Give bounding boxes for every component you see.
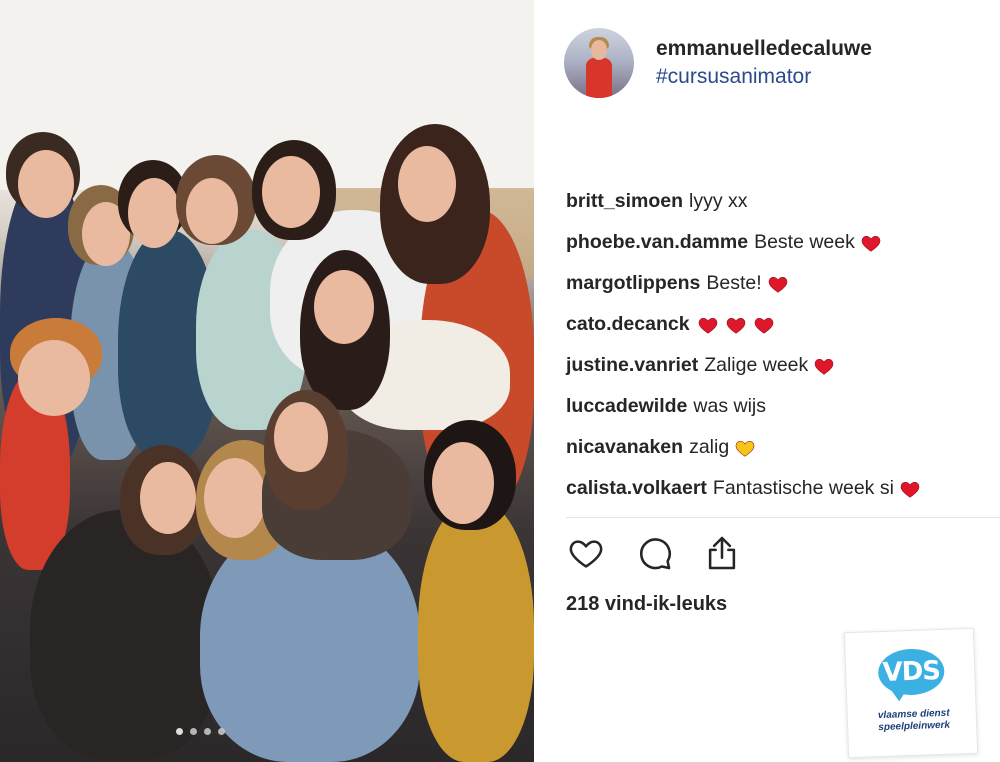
carousel-dots[interactable] (176, 728, 225, 735)
header-text: emmanuelledecaluwe #cursusanimator (656, 35, 872, 91)
person-face (314, 270, 374, 344)
heart-emoji-icon (724, 314, 748, 336)
comment-username[interactable]: calista.volkaert (566, 477, 707, 500)
post-photo[interactable] (0, 0, 534, 762)
comment-text: lyyy xx (689, 190, 748, 212)
comment-text: Zalige week (704, 354, 809, 376)
person-figure (30, 510, 220, 760)
heart-emoji-icon (898, 478, 922, 500)
comment-username[interactable]: justine.vanriet (566, 354, 698, 377)
person-face (18, 340, 90, 416)
vds-logo-tagline: vlaamse dienst speelpleinwerk (877, 707, 951, 734)
post-header: emmanuelledecaluwe #cursusanimator (564, 28, 872, 98)
person-face (274, 402, 328, 472)
person-face (262, 156, 320, 228)
carousel-dot[interactable] (204, 728, 211, 735)
carousel-dot[interactable] (218, 728, 225, 735)
comment-username[interactable]: phoebe.van.damme (566, 231, 748, 254)
heart-emoji-icon (859, 232, 883, 254)
person-face (398, 146, 456, 222)
heart-emoji-icon (733, 437, 757, 459)
comment-username[interactable]: cato.decanck (566, 313, 690, 336)
avatar[interactable] (564, 28, 634, 98)
comment-row: margotlippens Beste! (566, 263, 922, 304)
person-face (18, 150, 74, 218)
person-figure (418, 500, 534, 762)
comment-username[interactable]: luccadewilde (566, 395, 687, 418)
carousel-dot[interactable] (176, 728, 183, 735)
comment-text: Beste! (706, 272, 762, 294)
person-face (204, 458, 266, 538)
comment-text: was wijs (693, 395, 766, 417)
comment-row: justine.vanriet Zalige week (566, 345, 922, 386)
person-face (140, 462, 196, 534)
person-face (432, 442, 494, 524)
avatar-face (591, 40, 607, 60)
heart-emoji-icon (812, 355, 836, 377)
vds-logo-bubble: VDS (877, 647, 946, 697)
comment-row: nicavanaken zalig (566, 427, 922, 468)
comment-row: calista.volkaert Fantastische week si (566, 468, 922, 509)
comment-username[interactable]: nicavanaken (566, 436, 683, 459)
vds-logo-tail (890, 689, 908, 702)
comment-row: britt_simoen lyyy xx (566, 181, 922, 222)
caption-hashtag[interactable]: #cursusanimator (656, 63, 872, 91)
divider (566, 517, 1000, 518)
comment-text: Beste week (754, 231, 855, 253)
author-username[interactable]: emmanuelledecaluwe (656, 35, 872, 63)
comment-row: cato.decanck (566, 304, 922, 345)
heart-outline-icon[interactable] (566, 533, 606, 573)
avatar-figure (586, 58, 612, 98)
share-upload-icon[interactable] (702, 533, 742, 573)
comment-username[interactable]: margotlippens (566, 272, 700, 295)
heart-emoji-icon (696, 314, 720, 336)
comments-list: britt_simoen lyyy xx phoebe.van.damme Beste… (566, 181, 922, 509)
comment-username[interactable]: britt_simoen (566, 190, 683, 213)
comment-text: zalig (689, 436, 730, 458)
likes-count[interactable]: 218 vind-ik-leuks (566, 593, 727, 616)
heart-emoji-icon (766, 273, 790, 295)
comment-text: Fantastische week si (712, 477, 894, 499)
comment-row: luccadewilde was wijs (566, 386, 922, 427)
heart-emoji-icon (752, 314, 776, 336)
vds-logo: VDS vlaamse dienst speelpleinwerk (843, 627, 979, 759)
carousel-dot[interactable] (190, 728, 197, 735)
person-face (186, 178, 238, 244)
action-bar (566, 533, 742, 573)
speech-bubble-icon[interactable] (634, 533, 674, 573)
comment-row: phoebe.van.damme Beste week (566, 222, 922, 263)
person-face (128, 178, 180, 248)
